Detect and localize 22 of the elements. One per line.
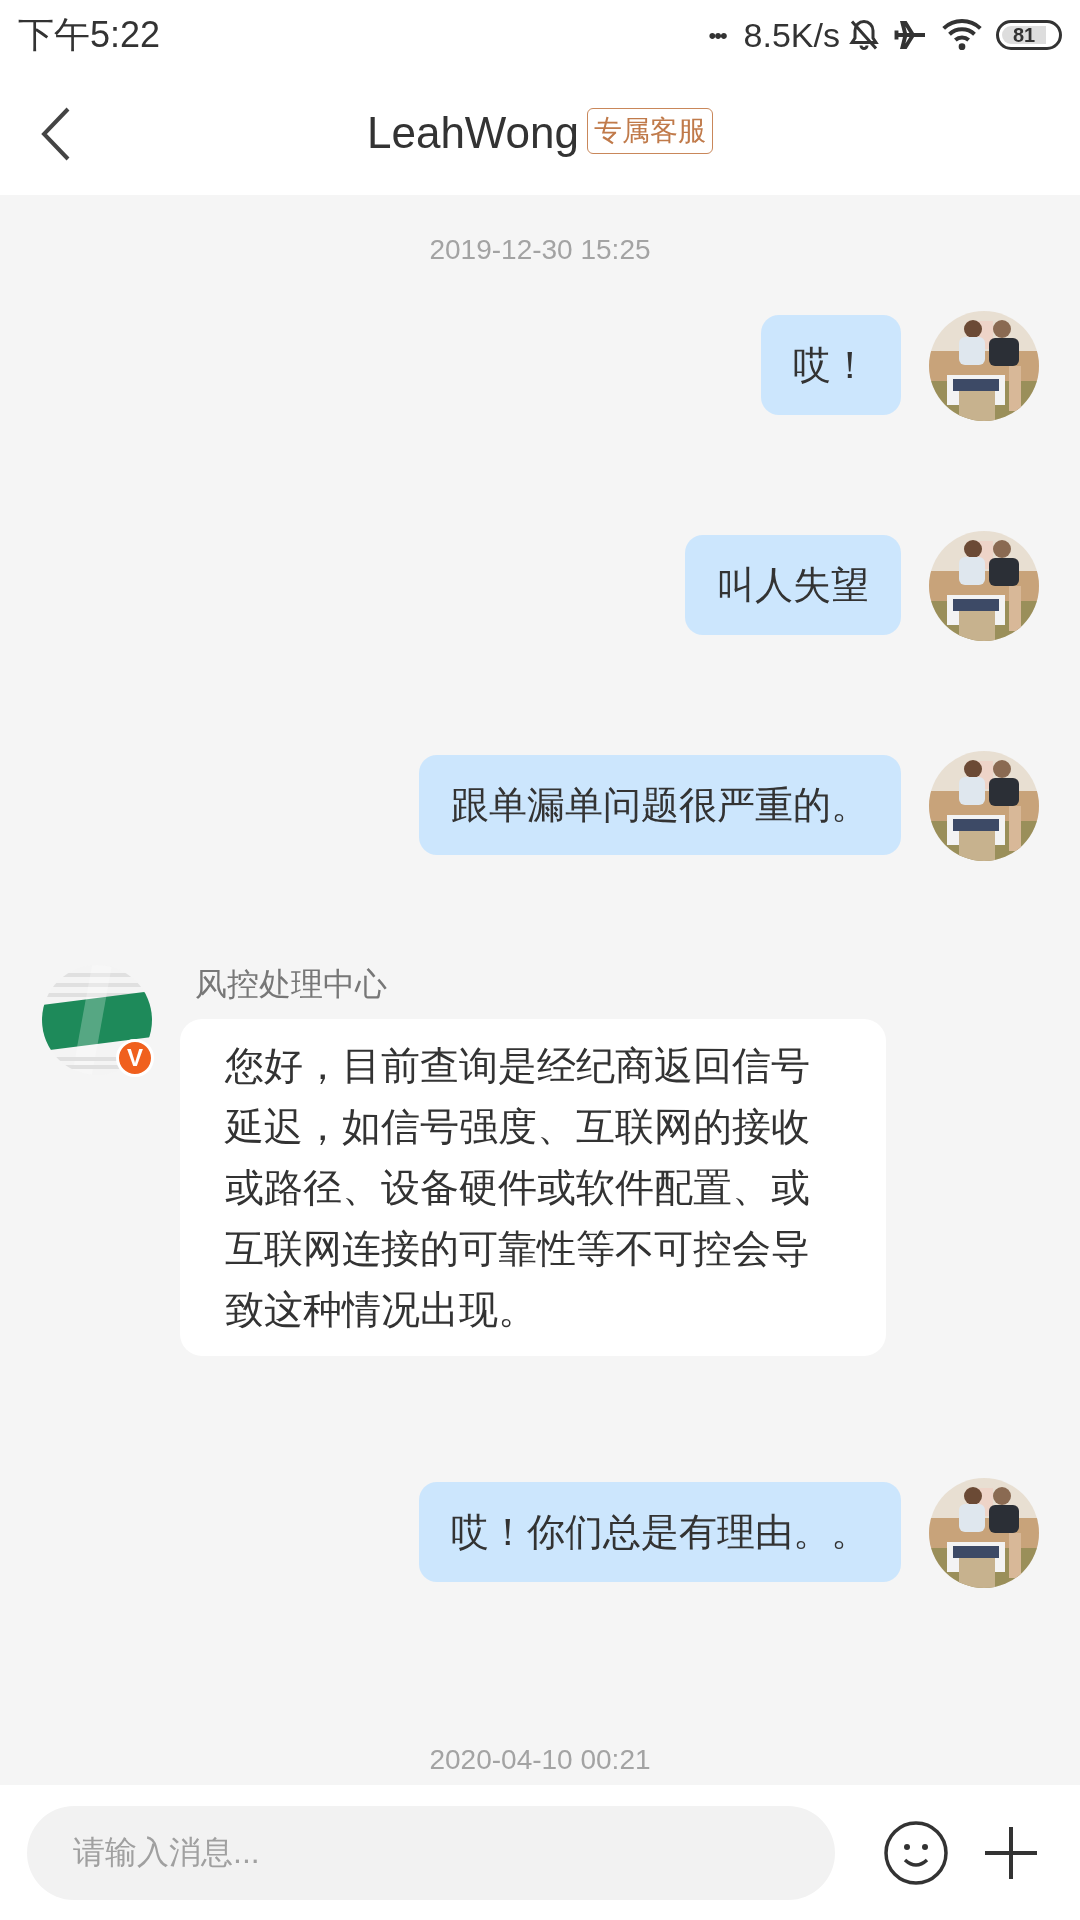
message-bubble: 叫人失望 bbox=[685, 535, 901, 635]
emoji-button[interactable] bbox=[883, 1819, 949, 1886]
message-input[interactable]: 请输入消息... bbox=[27, 1805, 835, 1900]
message-bubble: 哎！你们总是有理由。。 bbox=[419, 1482, 901, 1582]
wifi-icon bbox=[942, 18, 982, 52]
chat-title: LeahWong bbox=[367, 106, 579, 159]
verified-badge: V bbox=[116, 1039, 154, 1077]
more-dots: ••• bbox=[708, 21, 726, 50]
back-icon bbox=[41, 106, 71, 162]
network-speed: 8.5K/s bbox=[743, 14, 840, 56]
status-time: 下午5:22 bbox=[18, 13, 161, 57]
message-bubble: 哎！ bbox=[761, 315, 901, 415]
message-bubble: 您好，目前查询是经纪商返回信号延迟，如信号强度、互联网的接收或路径、设备硬件或软件配置、或互联网连接的可靠性等不可控会导致这种情况出现。 bbox=[180, 1019, 886, 1356]
add-button[interactable] bbox=[983, 1824, 1039, 1881]
battery-icon: 81 bbox=[996, 20, 1062, 50]
sender-name: 风控处理中心 bbox=[195, 965, 388, 1004]
timestamp: 2020-04-10 00:21 bbox=[429, 1743, 651, 1777]
message-bubble: 跟单漏单问题很严重的。 bbox=[419, 755, 901, 855]
plus-icon bbox=[983, 1824, 1039, 1881]
timestamp: 2019-12-30 15:25 bbox=[429, 233, 651, 267]
support-tag: 专属客服 bbox=[587, 107, 713, 154]
smiley-icon bbox=[883, 1819, 949, 1886]
